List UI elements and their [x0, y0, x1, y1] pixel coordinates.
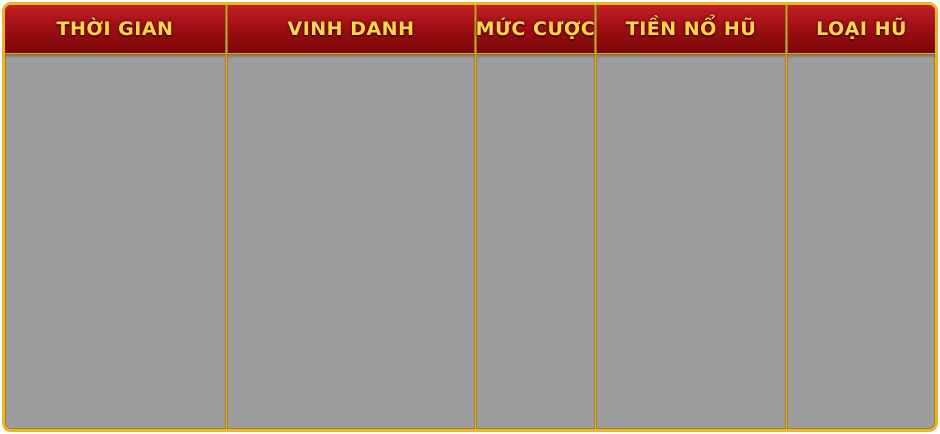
- header-vinh-danh: VINH DANH: [287, 18, 415, 40]
- header-loai-hu: LOẠI HŨ: [816, 18, 907, 40]
- table-header: THỜI GIAN VINH DANH MỨC CƯỢC TIỀN NỔ HŨ …: [5, 5, 935, 58]
- header-muc-cuoc: MỨC CƯỢC: [475, 18, 596, 40]
- header-tien-no-hu: TIỀN NỔ HŨ: [625, 18, 757, 40]
- header-thoi-gian: THỜI GIAN: [56, 18, 174, 40]
- jackpot-history-table: THỜI GIAN VINH DANH MỨC CƯỢC TIỀN NỔ HŨ …: [2, 2, 938, 432]
- column-muc-cuoc: [477, 55, 594, 429]
- column-tien-no-hu: [597, 55, 785, 429]
- column-vinh-danh: [228, 55, 474, 429]
- column-loai-hu: [788, 55, 935, 429]
- column-thoi-gian: [5, 55, 225, 429]
